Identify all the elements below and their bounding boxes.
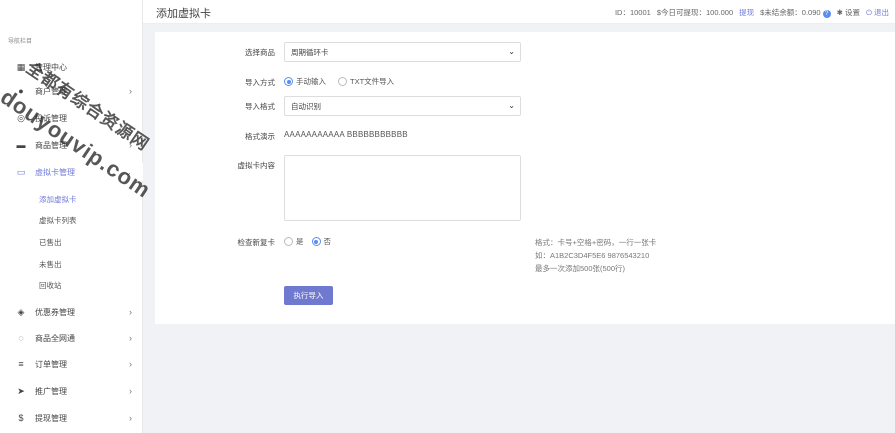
dup-check-group: 是 否: [284, 236, 343, 247]
add-card-form: 选择商品 周期循环卡 ⌄ 导入方式 手动输入 TXT文件导入 导入格式 自动识别…: [155, 32, 895, 324]
dup-check-yes[interactable]: 是: [284, 236, 304, 247]
chevron-right-icon: ›: [129, 359, 132, 369]
unsettled-balance-text: $未结余额：0.090: [760, 8, 821, 17]
sidebar-item-label: 优惠券管理: [35, 307, 75, 317]
sidebar-item-label: 商品管理: [35, 140, 67, 150]
sidebar-item-promotion[interactable]: ➤ 推广管理 ›: [0, 382, 143, 400]
sub-item-add-card[interactable]: 添加虚拟卡: [39, 194, 77, 205]
import-mode-txt-label: TXT文件导入: [350, 77, 395, 86]
radio-checked-icon: [284, 77, 293, 86]
complaint-icon: ◎: [17, 112, 25, 123]
list-icon: ≡: [18, 359, 24, 369]
withdrawable-today: $今日可提现：100.000: [656, 8, 734, 17]
dollar-icon: $: [18, 413, 24, 423]
sidebar: 导航栏目 ▦ 管理中心 ● 商户管理 › ◎ 投诉管理 ▬ 商品管理 › ▭ 虚…: [0, 0, 143, 433]
goods-icon: ▬: [16, 140, 26, 150]
chevron-down-icon: ⌄: [124, 166, 132, 177]
goods-label: 选择商品: [245, 48, 275, 57]
sidebar-item-complaint[interactable]: ◎ 投诉管理: [0, 109, 143, 127]
sidebar-item-label: 订单管理: [35, 359, 67, 369]
settings-button[interactable]: ✱ 设置: [837, 7, 860, 18]
sidebar-item-goods[interactable]: ▬ 商品管理 ›: [0, 136, 143, 154]
chevron-right-icon: ›: [129, 413, 132, 423]
sidebar-item-label: 虚拟卡管理: [35, 167, 75, 177]
sub-item-recycle[interactable]: 回收站: [39, 280, 62, 291]
import-format-label: 导入格式: [245, 102, 275, 111]
user-icon: ●: [18, 86, 24, 96]
sidebar-item-orders[interactable]: ≡ 订单管理 ›: [0, 355, 143, 373]
sub-item-card-list[interactable]: 虚拟卡列表: [39, 215, 77, 226]
sidebar-item-label: 管理中心: [35, 62, 67, 72]
hint-example: 如：A1B2C3D4F5E6 9876543210: [535, 251, 650, 260]
chevron-right-icon: ›: [129, 140, 132, 150]
dup-check-label: 检查新复卡: [237, 238, 276, 247]
sub-item-sold[interactable]: 已售出: [39, 237, 62, 248]
chevron-down-icon: ⌄: [508, 47, 515, 56]
chevron-right-icon: ›: [129, 333, 132, 343]
import-format-value: 自动识别: [291, 101, 321, 111]
top-header: 添加虚拟卡 ID：10001 $今日可提现：100.000 提现 $未结余额：0…: [143, 0, 895, 24]
dup-check-no-label: 否: [323, 237, 332, 246]
sidebar-item-label: 推广管理: [35, 386, 67, 396]
radio-unchecked-icon: [338, 77, 347, 86]
power-icon: ⏻: [865, 8, 872, 17]
network-icon: ◌: [18, 333, 24, 343]
sidebar-item-label: 提现管理: [35, 413, 67, 423]
sidebar-item-coupon[interactable]: ◈ 优惠券管理 ›: [0, 303, 143, 321]
sidebar-item-label: 商品全网通: [35, 333, 75, 343]
import-format-select[interactable]: 自动识别 ⌄: [284, 96, 521, 116]
gear-icon: ✱: [836, 8, 843, 17]
sidebar-item-label: 商户管理: [35, 86, 67, 96]
dup-check-no[interactable]: 否: [311, 236, 332, 247]
format-demo-label: 格式演示: [245, 132, 275, 141]
dup-check-yes-label: 是: [296, 237, 304, 246]
sidebar-item-label: 投诉管理: [35, 113, 67, 123]
merchant-id: ID：10001: [614, 8, 651, 17]
submit-import-button[interactable]: 执行导入: [284, 286, 333, 305]
hint-limit: 最多一次添加500张(500行): [535, 264, 626, 273]
chevron-right-icon: ›: [129, 86, 132, 96]
radio-checked-icon: [311, 237, 321, 246]
sidebar-item-virtual-card[interactable]: ▭ 虚拟卡管理 ⌄: [0, 163, 143, 181]
chevron-down-icon: ⌄: [508, 101, 515, 110]
logout-label: 退出: [874, 8, 889, 17]
settings-label: 设置: [844, 8, 860, 17]
dashboard-icon: ▦: [16, 61, 26, 72]
card-icon: ▭: [16, 166, 26, 177]
import-mode-manual[interactable]: 手动输入: [284, 76, 326, 87]
send-icon: ➤: [17, 385, 25, 396]
format-demo-value: AAAAAAAAAAA BBBBBBBBBBB: [284, 130, 408, 139]
sidebar-item-withdraw[interactable]: $ 提现管理 ›: [0, 409, 143, 427]
import-mode-group: 手动输入 TXT文件导入: [284, 76, 406, 87]
unsettled-balance: $未结余额：0.090?: [760, 7, 831, 18]
goods-select[interactable]: 周期循环卡 ⌄: [284, 42, 521, 62]
import-mode-txt[interactable]: TXT文件导入: [338, 76, 394, 87]
card-content-label: 虚拟卡内容: [237, 161, 276, 170]
header-stats: ID：10001 $今日可提现：100.000 提现 $未结余额：0.090? …: [615, 7, 889, 18]
sidebar-brand: 导航栏目: [8, 39, 33, 45]
hint-format: 格式：卡号+空格+密码，一行一张卡: [535, 238, 657, 247]
withdraw-link[interactable]: 提现: [739, 7, 754, 18]
import-mode-label: 导入方式: [245, 78, 275, 87]
sidebar-item-network[interactable]: ◌ 商品全网通 ›: [0, 329, 143, 347]
sidebar-item-dashboard[interactable]: ▦ 管理中心: [0, 58, 143, 76]
sub-item-unsold[interactable]: 未售出: [39, 259, 62, 270]
page-title: 添加虚拟卡: [156, 8, 211, 20]
goods-select-value: 周期循环卡: [291, 47, 329, 57]
chevron-right-icon: ›: [129, 307, 132, 317]
coupon-icon: ◈: [17, 306, 25, 317]
sidebar-item-merchant[interactable]: ● 商户管理 ›: [0, 82, 143, 100]
logout-button[interactable]: ⏻ 退出: [866, 7, 889, 18]
chevron-right-icon: ›: [129, 386, 132, 396]
import-mode-manual-label: 手动输入: [296, 77, 326, 86]
card-content-textarea[interactable]: [284, 155, 521, 221]
help-icon[interactable]: ?: [822, 10, 831, 18]
radio-unchecked-icon: [284, 237, 293, 246]
